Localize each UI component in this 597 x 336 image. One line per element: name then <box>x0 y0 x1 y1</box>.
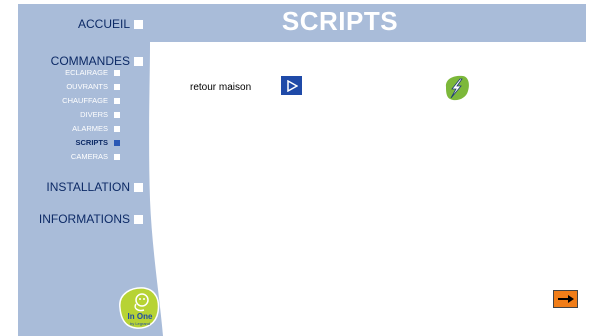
sidebar-item-label: OUVRANTS <box>66 82 108 91</box>
sidebar-item-box <box>114 83 120 90</box>
sidebar-item-box <box>114 69 120 76</box>
sidebar-item-box <box>114 125 120 132</box>
nav-installation-label: INSTALLATION <box>46 180 130 194</box>
logo-subtext: by Legrand <box>129 321 150 326</box>
sidebar-item-label: ALARMES <box>72 124 108 133</box>
sidebar-item-label: ECLAIRAGE <box>65 68 108 77</box>
nav-installation[interactable]: INSTALLATION <box>20 180 143 194</box>
nav-informations[interactable]: INFORMATIONS <box>20 212 143 226</box>
sidebar-item-alarmes[interactable]: ALARMES <box>0 124 120 133</box>
lightning-icon <box>445 75 469 101</box>
play-button[interactable] <box>281 76 302 95</box>
logo-text: In One <box>127 312 153 321</box>
sidebar-background <box>18 4 163 336</box>
nav-accueil-label: ACCUEIL <box>77 17 130 31</box>
inone-logo: In One by Legrand <box>116 286 162 335</box>
sidebar-item-box <box>114 111 120 118</box>
nav-accueil-checkbox <box>134 19 143 29</box>
sidebar-item-divers[interactable]: DIVERS <box>0 110 120 119</box>
sidebar-item-chauffage[interactable]: CHAUFFAGE <box>0 96 120 105</box>
app-frame: SCRIPTS ACCUEIL COMMANDES ECLAIRAGE OUVR… <box>0 0 597 336</box>
sidebar-item-scripts[interactable]: SCRIPTS <box>0 138 120 147</box>
next-button[interactable] <box>553 290 578 308</box>
sidebar-item-box <box>114 153 120 160</box>
nav-commandes-checkbox <box>134 56 143 66</box>
sidebar-item-label: CHAUFFAGE <box>62 96 108 105</box>
sidebar-item-box <box>114 97 120 104</box>
nav-accueil[interactable]: ACCUEIL <box>40 17 143 31</box>
sidebar-item-label: DIVERS <box>80 110 108 119</box>
nav-commandes-label: COMMANDES <box>50 54 130 68</box>
nav-informations-label: INFORMATIONS <box>38 212 130 226</box>
sidebar-item-eclairage[interactable]: ECLAIRAGE <box>0 68 120 77</box>
script-label: retour maison <box>190 82 252 93</box>
sidebar-item-ouvrants[interactable]: OUVRANTS <box>0 82 120 91</box>
play-icon <box>286 79 298 92</box>
nav-installation-checkbox <box>134 182 143 192</box>
nav-informations-checkbox <box>134 214 143 224</box>
arrow-right-icon <box>557 295 574 303</box>
nav-commandes[interactable]: COMMANDES <box>30 54 143 68</box>
sidebar-item-box <box>114 139 120 146</box>
sidebar-item-label: SCRIPTS <box>75 138 108 147</box>
run-script-button[interactable] <box>441 73 471 108</box>
page-title: SCRIPTS <box>281 6 399 36</box>
sidebar-item-label: CAMERAS <box>70 152 108 161</box>
sidebar-item-cameras[interactable]: CAMERAS <box>0 152 120 161</box>
